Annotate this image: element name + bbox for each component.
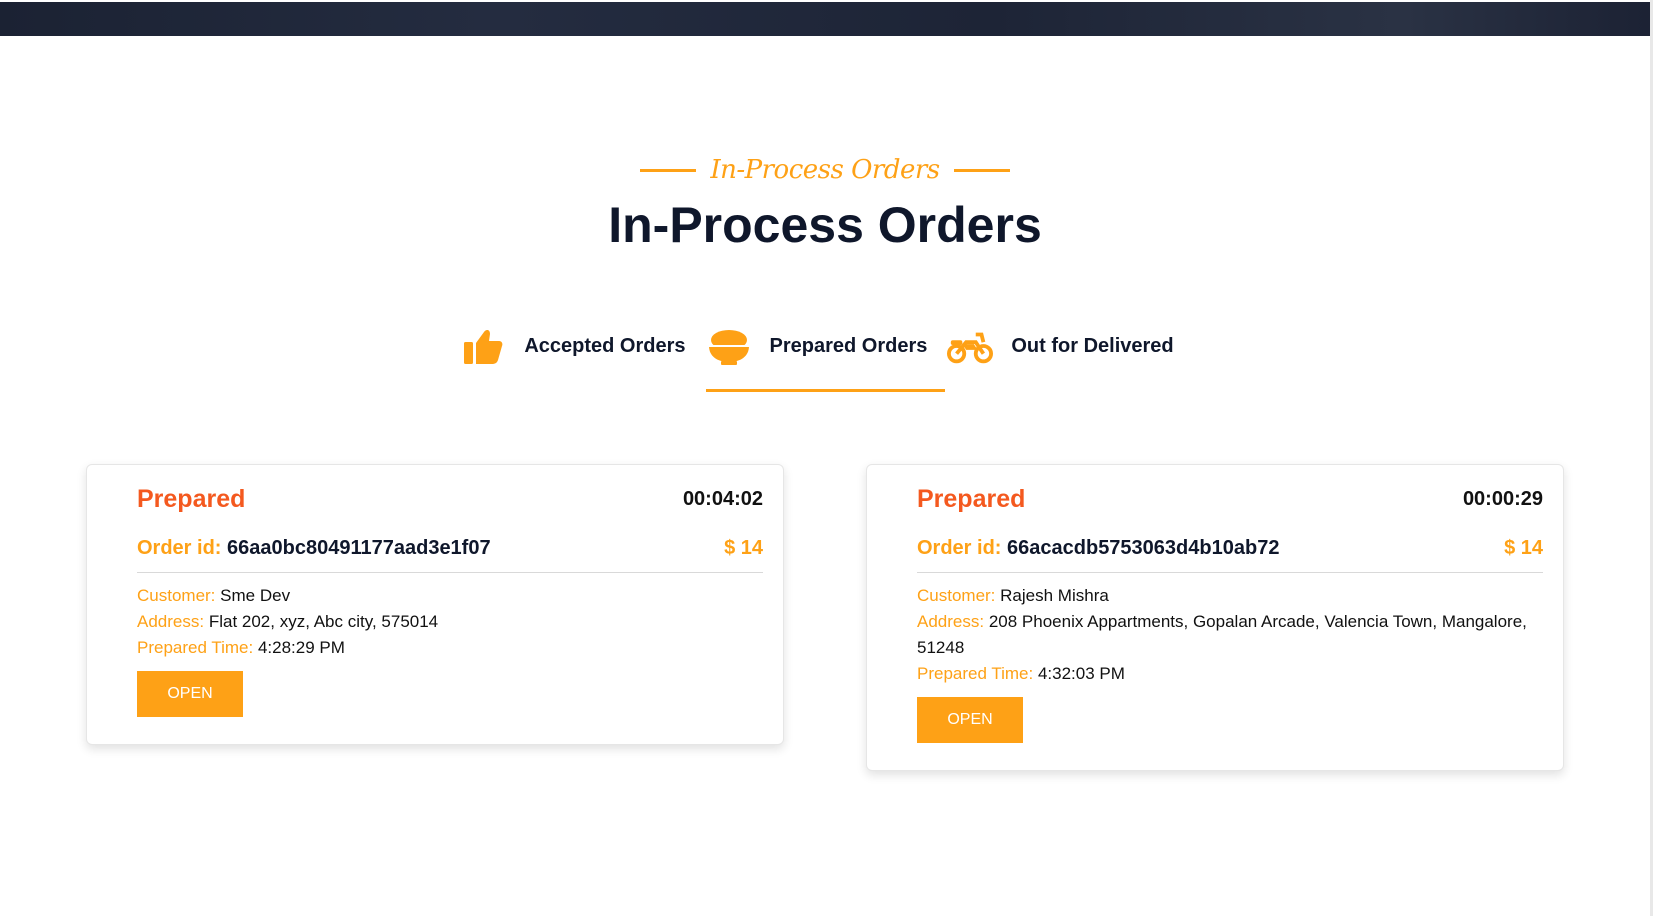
order-id-row: Order id: 66acacdb5753063d4b10ab72 $ 14 (917, 537, 1543, 573)
customer-line: Customer: Rajesh Mishra (917, 583, 1543, 609)
open-button[interactable]: OPEN (917, 697, 1023, 743)
subtitle-line-right (953, 168, 1010, 172)
section-header: In-Process Orders In-Process Orders (0, 150, 1650, 254)
tab-out-for-delivered[interactable]: Out for Delivered (947, 316, 1191, 376)
order-details: Customer: Rajesh Mishra Address: 208 Pho… (917, 583, 1543, 687)
order-tabs: Accepted Orders Prepared Orders Out for … (0, 316, 1650, 392)
order-details: Customer: Sme Dev Address: Flat 202, xyz… (137, 583, 763, 661)
thumbs-up-icon (460, 325, 506, 367)
order-timer: 00:04:02 (682, 487, 763, 510)
customer-value: Sme Dev (220, 586, 291, 605)
order-id-row: Order id: 66aa0bc80491177aad3e1f07 $ 14 (137, 537, 763, 573)
prepared-time-value: 4:32:03 PM (1037, 664, 1125, 683)
order-card: Prepared 00:00:29 Order id: 66acacdb5753… (866, 464, 1564, 771)
bowl-icon (706, 325, 752, 367)
order-id-label: Order id: (137, 537, 222, 559)
card-header: Prepared 00:04:02 (137, 481, 763, 517)
order-timer: 00:00:29 (1462, 487, 1543, 510)
tab-label: Accepted Orders (524, 334, 686, 357)
customer-line: Customer: Sme Dev (137, 583, 763, 609)
order-card: Prepared 00:04:02 Order id: 66aa0bc80491… (86, 464, 784, 745)
address-label: Address: (137, 612, 205, 631)
address-value: Flat 202, xyz, Abc city, 575014 (208, 612, 439, 631)
order-id-label: Order id: (917, 537, 1002, 559)
prepared-time-label: Prepared Time: (917, 664, 1034, 683)
address-value: 208 Phoenix Appartments, Gopalan Arcade,… (917, 612, 1527, 657)
order-price: $ 14 (724, 537, 763, 559)
card-header: Prepared 00:00:29 (917, 481, 1543, 517)
open-button[interactable]: OPEN (137, 671, 243, 717)
prepared-time-line: Prepared Time: 4:32:03 PM (917, 661, 1543, 687)
tab-accepted-orders[interactable]: Accepted Orders (460, 316, 703, 376)
motorcycle-icon (947, 325, 994, 367)
address-label: Address: (917, 612, 985, 631)
tab-prepared-orders[interactable]: Prepared Orders (705, 316, 946, 392)
prepared-time-value: 4:28:29 PM (257, 638, 345, 657)
address-line: Address: Flat 202, xyz, Abc city, 575014 (137, 609, 763, 635)
order-id-value: 66acacdb5753063d4b10ab72 (1007, 537, 1280, 559)
address-line: Address: 208 Phoenix Appartments, Gopala… (917, 609, 1543, 661)
order-id: Order id: 66aa0bc80491177aad3e1f07 (137, 537, 491, 560)
subtitle-line-left (640, 168, 697, 172)
order-status: Prepared (917, 484, 1026, 513)
order-status: Prepared (137, 484, 246, 513)
tab-label: Prepared Orders (769, 334, 928, 357)
prepared-time-label: Prepared Time: (137, 638, 254, 657)
customer-label: Customer: (137, 586, 216, 605)
tab-label: Out for Delivered (1011, 334, 1174, 357)
hero-banner-strip (0, 2, 1650, 36)
customer-label: Customer: (917, 586, 996, 605)
order-price: $ 14 (1504, 537, 1543, 559)
subtitle-row: In-Process Orders (0, 150, 1650, 190)
order-id: Order id: 66acacdb5753063d4b10ab72 (917, 537, 1279, 560)
customer-value: Rajesh Mishra (1000, 586, 1109, 605)
prepared-time-line: Prepared Time: 4:28:29 PM (137, 635, 763, 661)
order-id-value: 66aa0bc80491177aad3e1f07 (227, 537, 491, 559)
page-title: In-Process Orders (608, 197, 1042, 253)
page: In-Process Orders In-Process Orders Acce… (0, 0, 1653, 916)
section-subtitle: In-Process Orders (710, 155, 940, 185)
